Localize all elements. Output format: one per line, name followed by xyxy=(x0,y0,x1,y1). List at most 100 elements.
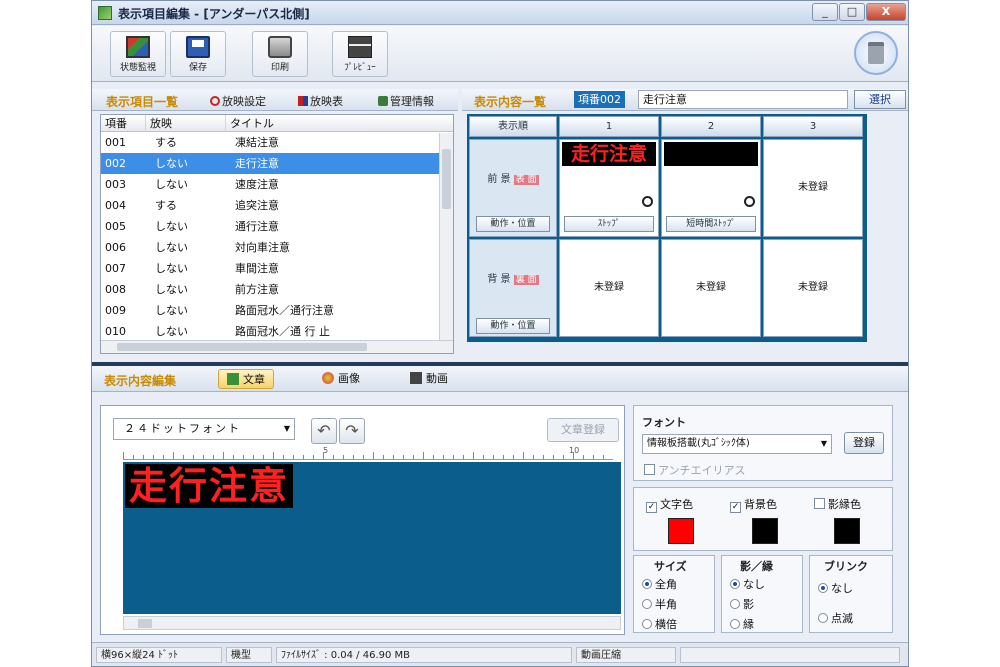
font-register-button[interactable]: 登録 xyxy=(844,432,884,454)
display-canvas[interactable]: 走行注意 xyxy=(123,462,621,614)
scroll-thumb[interactable] xyxy=(117,343,367,351)
table-row[interactable]: 004 する 追突注意 xyxy=(101,195,453,216)
row-broadcast: しない xyxy=(155,304,188,317)
shadow-group: 影／縁 なし 影 縁 xyxy=(721,555,803,633)
shadow-option-edge[interactable]: 縁 xyxy=(730,616,754,632)
tab-image[interactable]: 画像 xyxy=(314,369,368,389)
scroll-thumb[interactable] xyxy=(442,149,451,209)
management-info-link[interactable]: 管理情報 xyxy=(378,93,434,109)
item-title-field[interactable]: 走行注意 xyxy=(638,90,848,109)
horizontal-scrollbar[interactable] xyxy=(101,340,453,353)
shadow-color-checkbox[interactable]: 影縁色 xyxy=(814,496,861,512)
trash-button[interactable] xyxy=(854,31,898,75)
shadow-color-swatch[interactable] xyxy=(834,518,860,544)
table-row[interactable]: 005 しない 通行注意 xyxy=(101,216,453,237)
table-row[interactable]: 001 する 凍結注意 xyxy=(101,132,453,153)
management-icon xyxy=(378,96,388,106)
canvas-text[interactable]: 走行注意 xyxy=(125,464,294,508)
foreground-action-button[interactable]: 動作・位置 xyxy=(476,216,550,232)
foreground-cell-1[interactable]: 走行注意 ｽﾄｯﾌﾟ xyxy=(559,139,659,237)
blink-option-none[interactable]: なし xyxy=(818,580,853,596)
status-monitor-button[interactable]: 状態監視 xyxy=(110,31,166,77)
antialias-checkbox[interactable]: アンチエイリアス xyxy=(644,462,746,478)
size-option-half[interactable]: 半角 xyxy=(642,596,677,612)
column-header-number[interactable]: 項番 xyxy=(101,115,146,132)
redo-button[interactable]: ↷ xyxy=(339,418,365,444)
shadow-option-none[interactable]: なし xyxy=(730,576,765,592)
app-icon xyxy=(98,6,112,20)
foreground-action-short-stop[interactable]: 短時間ｽﾄｯﾌﾟ xyxy=(666,216,756,232)
foreground-action-stop[interactable]: ｽﾄｯﾌﾟ xyxy=(564,216,654,232)
broadcast-settings-link[interactable]: 放映設定 xyxy=(210,93,266,109)
background-cell-1[interactable]: 未登録 xyxy=(559,239,659,337)
ruler-tick xyxy=(403,455,404,459)
table-row[interactable]: 010 しない 路面冠水／通 行 止 xyxy=(101,321,453,342)
size-option-wide[interactable]: 横倍 xyxy=(642,616,677,632)
foreground-cell-2[interactable]: 短時間ｽﾄｯﾌﾟ xyxy=(661,139,761,237)
clapperboard-icon xyxy=(348,36,372,58)
scroll-thumb[interactable] xyxy=(138,619,152,628)
row-title: 前方注意 xyxy=(235,283,279,296)
ruler-tick xyxy=(483,455,484,459)
ruler-tick xyxy=(433,455,434,459)
row-broadcast: しない xyxy=(155,241,188,254)
shadow-option-label: 縁 xyxy=(743,618,754,631)
tab-video[interactable]: 動画 xyxy=(402,369,456,389)
ruler-tick xyxy=(533,455,534,459)
row-number: 008 xyxy=(105,283,126,296)
font-select[interactable]: 情報板搭載(丸ｺﾞｼｯｸ体) ▼ xyxy=(642,434,832,454)
text-color-checkbox[interactable]: ✓ 文字色 xyxy=(646,496,693,513)
foreground-cell-3[interactable]: 未登録 xyxy=(763,139,863,237)
antialias-label: アンチエイリアス xyxy=(658,464,746,477)
column-header-1: 1 xyxy=(559,116,659,137)
column-header-2: 2 xyxy=(661,116,761,137)
maximize-button[interactable]: □ xyxy=(839,3,865,21)
bg-color-checkbox[interactable]: ✓ 背景色 xyxy=(730,496,777,513)
preview-label: ﾌﾟﾚﾋﾞｭｰ xyxy=(344,63,376,73)
row-title: 路面冠水／通行注意 xyxy=(235,304,334,317)
ruler-tick xyxy=(183,455,184,459)
tab-text[interactable]: 文章 xyxy=(218,369,274,389)
undo-button[interactable]: ↶ xyxy=(311,418,337,444)
column-header-title[interactable]: タイトル xyxy=(226,115,441,132)
broadcast-table-link[interactable]: 放映表 xyxy=(298,93,343,109)
table-row[interactable]: 008 しない 前方注意 xyxy=(101,279,453,300)
table-row[interactable]: 006 しない 対向車注意 xyxy=(101,237,453,258)
item-list: 項番 放映 タイトル 001 する 凍結注意 002 しない 走行注意 003 しない 速度注意… xyxy=(100,114,454,354)
checkbox-box xyxy=(644,464,655,475)
printer-icon xyxy=(268,36,292,58)
radio-dot xyxy=(642,579,652,589)
select-button[interactable]: 選択 xyxy=(854,90,906,109)
table-row[interactable]: 007 しない 車間注意 xyxy=(101,258,453,279)
bg-color-swatch[interactable] xyxy=(752,518,778,544)
preview-button[interactable]: ﾌﾟﾚﾋﾞｭｰ xyxy=(332,31,388,77)
table-row[interactable]: 003 しない 速度注意 xyxy=(101,174,453,195)
ruler-tick xyxy=(123,452,124,459)
register-text-button[interactable]: 文章登録 xyxy=(547,418,619,442)
background-cell-2[interactable]: 未登録 xyxy=(661,239,761,337)
item-list-header: 表示項目一覧 放映設定 放映表 管理情報 xyxy=(92,89,458,111)
close-button[interactable]: X xyxy=(866,3,906,21)
canvas-horizontal-scrollbar[interactable] xyxy=(123,616,621,630)
size-option-full[interactable]: 全角 xyxy=(642,576,677,592)
ruler-tick xyxy=(543,455,544,459)
blink-option-flash[interactable]: 点滅 xyxy=(818,610,853,626)
text-color-swatch[interactable] xyxy=(668,518,694,544)
column-header-broadcast[interactable]: 放映 xyxy=(146,115,226,132)
shadow-option-shadow[interactable]: 影 xyxy=(730,596,754,612)
chevron-down-icon: ▼ xyxy=(820,439,827,448)
table-row[interactable]: 009 しない 路面冠水／通行注意 xyxy=(101,300,453,321)
save-button[interactable]: 保存 xyxy=(170,31,226,77)
font-select-value: 情報板搭載(丸ｺﾞｼｯｸ体) xyxy=(647,438,750,449)
background-cell-3[interactable]: 未登録 xyxy=(763,239,863,337)
radio-dot xyxy=(730,619,740,629)
print-button[interactable]: 印刷 xyxy=(252,31,308,77)
minimize-button[interactable]: _ xyxy=(812,3,838,21)
vertical-scrollbar[interactable] xyxy=(439,133,453,341)
row-broadcast: しない xyxy=(155,178,188,191)
row-broadcast: しない xyxy=(155,262,188,275)
front-tag: 表 面 xyxy=(513,175,539,185)
table-row[interactable]: 002 しない 走行注意 xyxy=(101,153,453,174)
font-size-select[interactable]: ２４ドットフォント ▼ xyxy=(113,418,295,440)
background-action-button[interactable]: 動作・位置 xyxy=(476,318,550,334)
